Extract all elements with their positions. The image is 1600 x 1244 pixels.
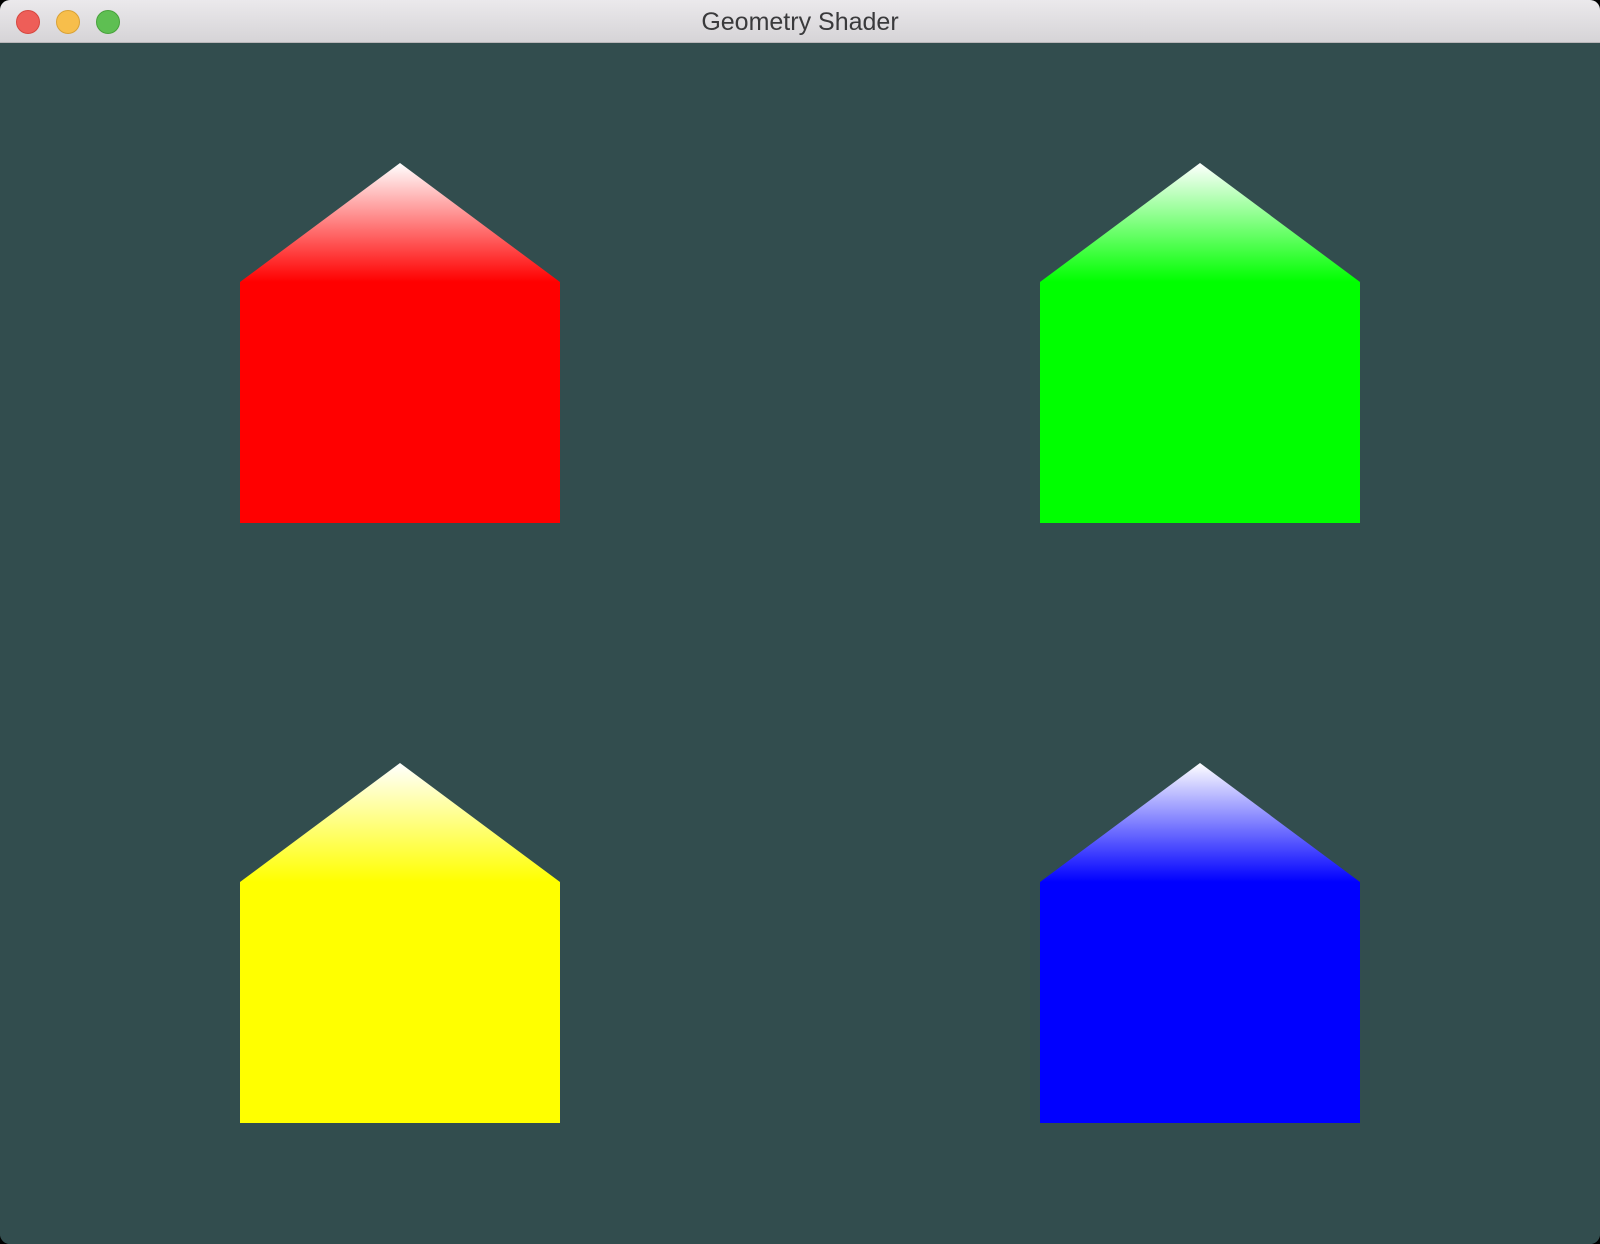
- window-title: Geometry Shader: [701, 8, 899, 36]
- render-viewport[interactable]: [0, 43, 1600, 1244]
- title-bar[interactable]: Geometry Shader: [0, 0, 1600, 43]
- red-house: [240, 163, 560, 523]
- blue-house: [1040, 763, 1360, 1123]
- scene-canvas: [0, 43, 1600, 1244]
- app-window: Geometry Shader: [0, 0, 1600, 1244]
- yellow-house: [240, 763, 560, 1123]
- green-house: [1040, 163, 1360, 523]
